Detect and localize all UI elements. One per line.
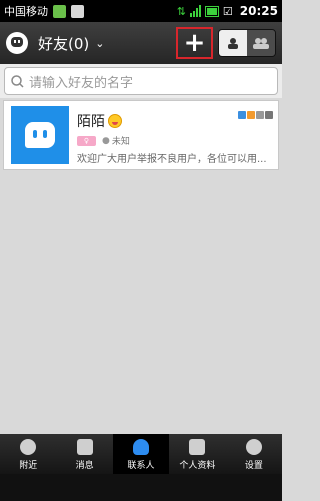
smiley-icon — [108, 114, 122, 128]
search-icon — [11, 74, 24, 88]
document-icon — [265, 111, 273, 119]
person-icon — [228, 38, 238, 49]
page-title[interactable]: 好友(0) — [38, 33, 89, 54]
tab-label: 联系人 — [127, 461, 155, 471]
tab-label: 个人资料 — [179, 461, 216, 471]
carrier-label: 中国移动 — [4, 5, 48, 18]
signal-icon — [189, 5, 201, 17]
app-notification-icon — [53, 4, 66, 18]
view-toggle[interactable] — [218, 29, 276, 57]
contact-meta: ♀ ● 未知 — [77, 134, 130, 147]
checkbox-notification-icon: ☑ — [222, 4, 233, 18]
contacts-icon — [133, 439, 150, 455]
search-bar: 请输入好友的名字 — [0, 64, 282, 98]
message-icon — [76, 439, 93, 455]
group-icon — [253, 38, 269, 49]
weibo-icon — [238, 111, 246, 119]
chevron-down-icon[interactable]: ⌄ — [95, 37, 104, 50]
search-placeholder: 请输入好友的名字 — [29, 75, 134, 91]
battery-icon — [204, 5, 219, 17]
clock: 20:25 — [239, 4, 278, 18]
avatar[interactable] — [11, 106, 69, 164]
tab-label: 消息 — [75, 461, 94, 471]
tab-settings[interactable]: 设置 — [226, 434, 282, 474]
data-transfer-icon: ⇅ — [176, 4, 186, 18]
tab-contacts[interactable]: 联系人 — [112, 434, 170, 474]
contact-location: 未知 — [111, 137, 130, 147]
title-bar: 好友(0) ⌄ + — [0, 22, 282, 64]
bottom-strip — [0, 474, 282, 501]
single-contact-toggle[interactable] — [219, 30, 247, 56]
nearby-icon — [20, 439, 37, 455]
usb-icon — [71, 4, 84, 18]
contact-signature: 欢迎广大用户举报不良用户，各位可以用... — [77, 154, 267, 165]
search-input[interactable]: 请输入好友的名字 — [4, 67, 278, 95]
tab-profile[interactable]: 个人资料 — [169, 434, 225, 474]
tab-messages[interactable]: 消息 — [56, 434, 112, 474]
momo-logo-icon — [25, 122, 55, 148]
location-pin-icon: ● — [102, 135, 110, 146]
plus-icon: + — [183, 28, 206, 58]
profile-icon — [189, 439, 206, 455]
tab-label: 附近 — [19, 461, 38, 471]
status-icons — [238, 111, 273, 119]
settings-icon — [245, 439, 262, 455]
tab-label: 设置 — [244, 461, 263, 471]
status-bar: 中国移动 ⇅ ☑ 20:25 — [0, 0, 282, 22]
group-contacts-toggle[interactable] — [247, 30, 275, 56]
bottom-tab-bar: 附近 消息 联系人 个人资料 设置 — [0, 434, 282, 474]
tab-nearby[interactable]: 附近 — [0, 434, 56, 474]
gender-badge: ♀ — [77, 135, 96, 146]
contact-name-row: 陌陌 — [77, 111, 122, 131]
note-icon — [256, 111, 264, 119]
add-friend-button[interactable]: + — [176, 27, 213, 59]
rss-icon — [247, 111, 255, 119]
contact-name: 陌陌 — [77, 114, 105, 130]
contact-list-item[interactable]: 陌陌 ♀ ● 未知 欢迎广大用户举报不良用户，各位可以用... — [3, 100, 279, 170]
app-logo-icon — [6, 32, 28, 54]
